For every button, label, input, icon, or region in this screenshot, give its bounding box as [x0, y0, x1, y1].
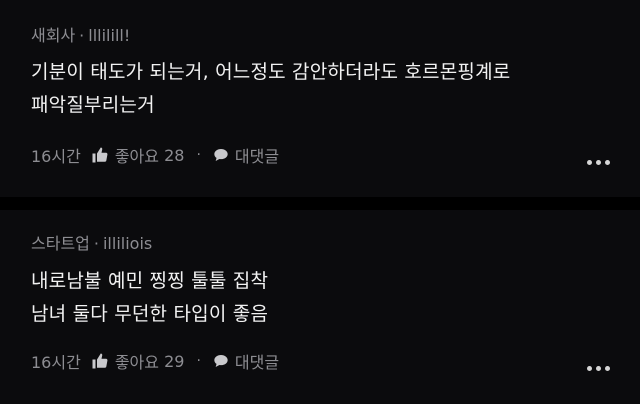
reply-label: 대댓글: [234, 147, 280, 166]
thumbs-up-icon: [92, 147, 108, 163]
like-label: 좋아요: [114, 147, 159, 166]
like-button[interactable]: 좋아요 28: [91, 143, 197, 167]
reply-button[interactable]: 대댓글: [213, 143, 279, 167]
like-count: 28: [164, 145, 185, 165]
comment-meta: 새회사 · lllilill!: [31, 22, 130, 46]
more-options-button[interactable]: [587, 366, 610, 371]
meta-separator: ·: [93, 234, 99, 253]
comment-line: 기분이 태도가 되는거, 어느정도 감안하더라도 호르몬핑계로: [31, 61, 511, 83]
comment-body: 내로남불 예민 찡찡 툴툴 집착 남녀 둘다 무던한 타입이 좋음: [31, 265, 268, 331]
action-separator: ·: [196, 353, 201, 369]
more-horizontal-icon: [605, 366, 610, 371]
action-separator: ·: [196, 147, 201, 163]
reply-button[interactable]: 대댓글: [213, 349, 279, 373]
like-button[interactable]: 좋아요 29: [91, 349, 197, 373]
speech-bubble-icon: [214, 355, 228, 367]
meta-separator: ·: [79, 26, 85, 45]
more-horizontal-icon: [587, 160, 592, 165]
reply-label: 대댓글: [234, 353, 280, 372]
more-horizontal-icon: [605, 160, 610, 165]
more-options-button[interactable]: [587, 160, 610, 165]
comment-actions: 16시간 좋아요 29 · 대댓글: [31, 349, 279, 373]
thumbs-up-icon: [92, 353, 108, 369]
comment-body: 기분이 태도가 되는거, 어느정도 감안하더라도 호르몬핑계로 패악질부리는거: [31, 56, 510, 122]
comment-line: 내로남불 예민 찡찡 툴툴 집착: [31, 270, 269, 292]
author-username[interactable]: illiliois: [103, 234, 152, 253]
author-company[interactable]: 새회사: [31, 26, 75, 45]
comment-divider: [0, 197, 640, 210]
comment-line: 패악질부리는거: [31, 94, 155, 116]
comment-timestamp: 16시간: [31, 147, 81, 166]
comment-item: 새회사 · lllilill! 기분이 태도가 되는거, 어느정도 감안하더라도 호…: [0, 0, 640, 197]
speech-bubble-icon: [214, 149, 228, 161]
comment-line: 남녀 둘다 무던한 타입이 좋음: [31, 303, 269, 325]
comment-timestamp: 16시간: [31, 353, 81, 372]
like-count: 29: [164, 351, 185, 371]
comment-meta: 스타트업 · illiliois: [31, 230, 152, 254]
author-username[interactable]: lllilill!: [88, 26, 130, 45]
more-horizontal-icon: [587, 366, 592, 371]
author-company[interactable]: 스타트업: [31, 234, 90, 253]
more-horizontal-icon: [596, 366, 601, 371]
more-horizontal-icon: [596, 160, 601, 165]
like-label: 좋아요: [114, 353, 159, 372]
comment-actions: 16시간 좋아요 28 · 대댓글: [31, 143, 279, 167]
